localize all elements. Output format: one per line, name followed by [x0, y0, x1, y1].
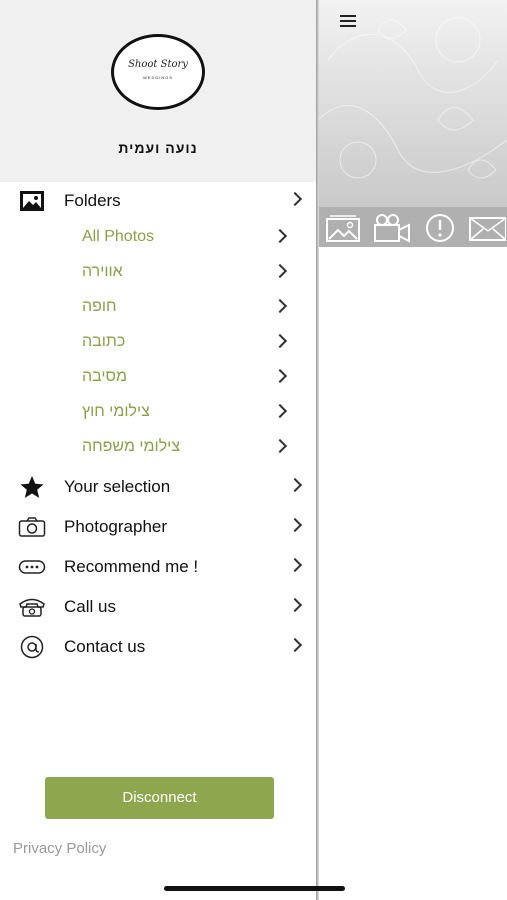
video-camera-icon[interactable]	[373, 213, 411, 243]
subfolder-label: מסיבה	[82, 368, 128, 385]
menu-label-your-selection: Your selection	[64, 477, 171, 496]
info-icon[interactable]	[421, 213, 459, 243]
envelope-icon[interactable]	[468, 213, 506, 243]
menu-label-call-us: Call us	[64, 597, 116, 616]
hamburger-menu-icon[interactable]	[340, 15, 356, 27]
menu-label-contact-us: Contact us	[64, 637, 146, 656]
chevron-right-icon	[272, 263, 288, 279]
profile-name: נועה ועמית	[118, 140, 198, 156]
picture-icon	[20, 191, 44, 211]
camera-icon	[18, 517, 46, 537]
chevron-right-icon	[287, 557, 303, 573]
subfolder-label: אווירה	[82, 263, 123, 280]
gallery-icon[interactable]	[324, 213, 362, 243]
profile-header: Shoot Story WEDDINGS נועה ועמית	[0, 0, 316, 182]
at-icon	[20, 635, 44, 659]
menu-item-call-us[interactable]: Call us	[0, 589, 316, 625]
chevron-right-icon	[272, 333, 288, 349]
subfolder-label: חופה	[82, 298, 117, 315]
subfolder-item[interactable]: כתובה	[0, 325, 316, 361]
star-icon	[20, 476, 44, 498]
menu-label-folders: Folders	[64, 191, 121, 210]
menu-item-your-selection[interactable]: Your selection	[0, 469, 316, 505]
menu-label-recommend: Recommend me !	[64, 557, 199, 576]
chevron-right-icon	[272, 438, 288, 454]
subfolder-item[interactable]: צילומי חוץ	[0, 395, 316, 431]
privacy-policy-link[interactable]: Privacy Policy	[13, 840, 106, 857]
hero-image	[318, 0, 507, 207]
subfolder-item[interactable]: חופה	[0, 290, 316, 326]
logo-subtext: WEDDINGS	[143, 75, 173, 80]
menu-item-photographer[interactable]: Photographer	[0, 509, 316, 545]
dots-icon	[18, 560, 46, 574]
subfolder-item[interactable]: אווירה	[0, 255, 316, 291]
chevron-right-icon	[287, 477, 303, 493]
menu-item-recommend[interactable]: Recommend me !	[0, 549, 316, 585]
home-indicator	[164, 886, 345, 891]
subfolder-label: צילומי משפחה	[82, 438, 181, 455]
side-drawer: Shoot Story WEDDINGS נועה ועמית Folders …	[0, 0, 316, 900]
drawer-divider	[316, 0, 319, 900]
chevron-right-icon	[287, 597, 303, 613]
menu-item-folders[interactable]: Folders	[0, 183, 316, 219]
menu-item-contact-us[interactable]: Contact us	[0, 629, 316, 665]
menu-label-photographer: Photographer	[64, 517, 168, 536]
action-icon-bar	[318, 207, 507, 247]
floral-pattern	[318, 17, 507, 179]
chevron-right-icon	[272, 368, 288, 384]
studio-logo: Shoot Story WEDDINGS	[111, 34, 205, 110]
phone-icon	[19, 598, 45, 617]
chevron-right-icon	[272, 298, 288, 314]
subfolder-item[interactable]: מסיבה	[0, 360, 316, 396]
chevron-right-icon	[287, 191, 303, 207]
chevron-right-icon	[272, 403, 288, 419]
subfolder-label: All Photos	[82, 228, 155, 245]
subfolder-label: כתובה	[82, 333, 126, 350]
chevron-right-icon	[287, 637, 303, 653]
chevron-right-icon	[272, 228, 288, 244]
logo-text: Shoot Story	[128, 59, 188, 70]
subfolder-item[interactable]: צילומי משפחה	[0, 430, 316, 466]
subfolder-label: צילומי חוץ	[82, 403, 150, 420]
disconnect-button[interactable]: Disconnect	[45, 777, 274, 819]
chevron-right-icon	[287, 517, 303, 533]
subfolder-item[interactable]: All Photos	[0, 220, 316, 256]
main-content	[318, 0, 507, 900]
